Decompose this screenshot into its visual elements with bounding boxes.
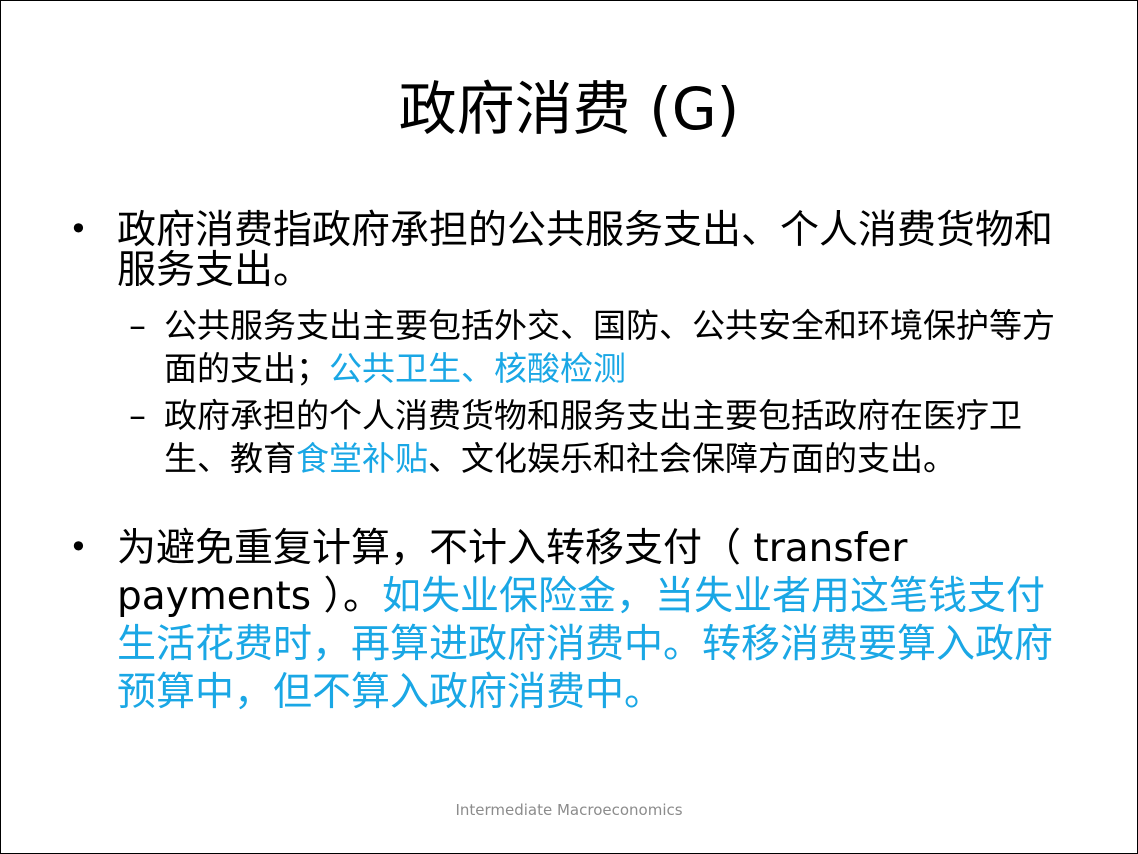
dash-marker: –: [129, 306, 146, 346]
slide: 政府消费 (G) • 政府消费指政府承担的公共服务支出、个人消费货物和服务支出。…: [0, 0, 1138, 854]
slide-title: 政府消费 (G): [398, 75, 740, 143]
sub-bullet-1-highlight: 公共卫生、核酸检测: [329, 349, 626, 388]
dash-marker: –: [129, 396, 146, 436]
bullet-marker: •: [69, 210, 88, 248]
sub-bullet-2-highlight: 食堂补贴: [296, 439, 428, 478]
bullet-1-text: 政府消费指政府承担的公共服务支出、个人消费货物和服务支出。: [117, 208, 1054, 293]
bullet-2: 为避免重复计算，不计入转移支付（ transfer payments ）。如失业…: [117, 525, 1077, 717]
sub-bullet-2-text-after: 、文化娱乐和社会保障方面的支出。: [428, 439, 956, 478]
bullet-marker: •: [69, 528, 88, 566]
slide-footer: Intermediate Macroeconomics: [455, 801, 683, 819]
sub-bullet-1: 公共服务支出主要包括外交、国防、公共安全和环境保护等方面的支出；公共卫生、核酸检…: [164, 304, 1074, 390]
sub-bullet-2: 政府承担的个人消费货物和服务支出主要包括政府在医疗卫生、教育食堂补贴、文化娱乐和…: [164, 394, 1074, 480]
